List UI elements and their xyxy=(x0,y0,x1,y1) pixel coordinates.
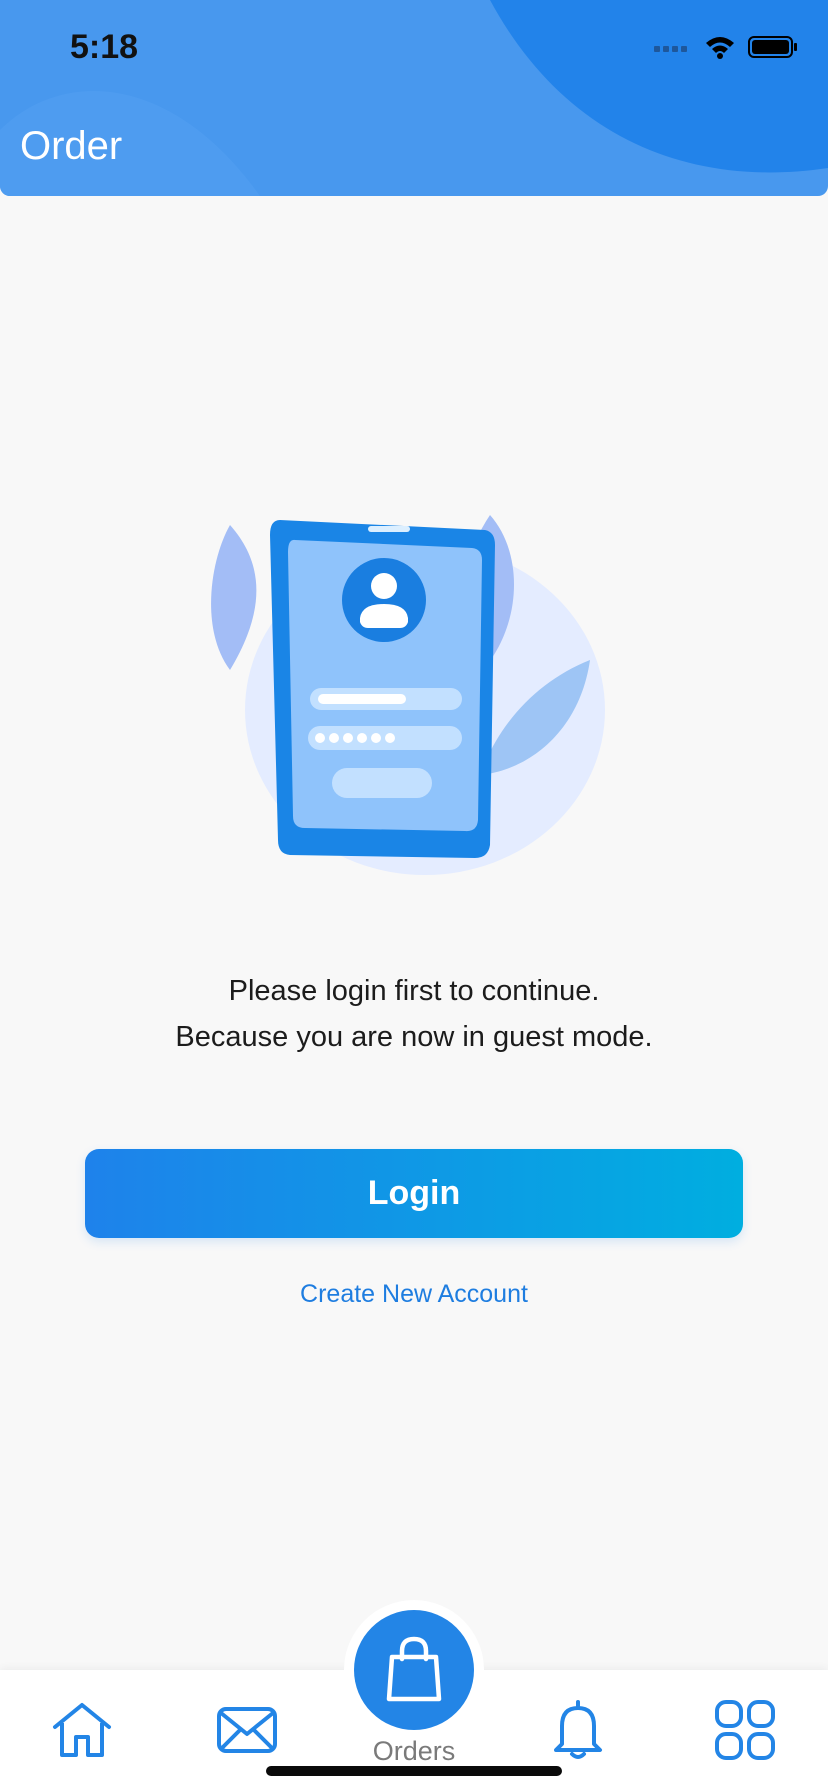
cellular-signal-icon xyxy=(654,46,687,52)
tab-home[interactable] xyxy=(37,1670,127,1790)
tab-orders-label: Orders xyxy=(372,1736,456,1766)
tab-menu[interactable] xyxy=(700,1670,790,1790)
message-line-1: Please login first to continue. xyxy=(228,975,600,1007)
shopping-bag-icon xyxy=(386,1636,442,1702)
page-title: Order xyxy=(20,124,123,168)
status-time: 5:18 xyxy=(70,28,139,66)
guest-mode-message: Please login first to continue. Because … xyxy=(0,968,828,1060)
message-line-2: Because you are now in guest mode. xyxy=(175,1021,653,1053)
create-account-link[interactable]: Create New Account xyxy=(0,1280,828,1309)
home-indicator xyxy=(266,1766,562,1776)
login-phone-illustration xyxy=(211,515,605,875)
status-icons xyxy=(654,34,798,60)
tab-orders[interactable] xyxy=(354,1610,474,1730)
wifi-icon xyxy=(706,37,734,59)
login-button[interactable]: Login xyxy=(85,1149,743,1238)
header-bar: 5:18 Order xyxy=(0,0,828,196)
battery-icon xyxy=(748,36,797,58)
